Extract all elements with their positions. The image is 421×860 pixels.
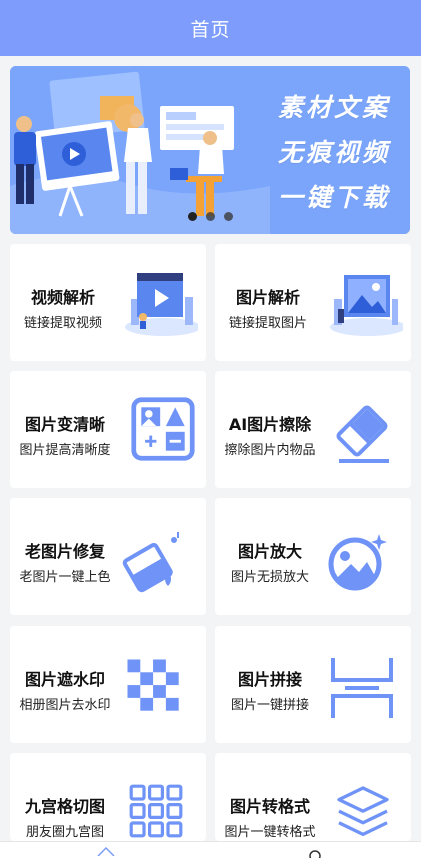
feature-subtitle: 图片无损放大 [230,570,309,585]
grid-nine-icon [129,784,183,838]
feature-subtitle: 图片一键拼接 [230,698,309,713]
feature-title: 图片拼接 [237,670,302,689]
image-enlarge-icon [328,534,387,591]
image-join-icon [331,658,393,718]
bottom-tab-bar [0,841,421,860]
feature-card-nine-grid[interactable]: 九宫格切图 朋友圈九宫图 [10,753,206,841]
banner-pagination [188,212,233,221]
feature-card-watermark-cover[interactable]: 图片遮水印 相册图片去水印 [10,626,206,743]
banner-slogan-line-3: 一键下载 [277,183,390,212]
feature-title: 图片遮水印 [24,670,105,689]
feature-card-old-photo-restore[interactable]: 老图片修复 老图片一键上色 [10,498,206,615]
banner-slogan-line-1: 素材文案 [277,93,390,122]
feature-title: 图片放大 [237,542,302,561]
feature-subtitle: 图片提高清晰度 [19,443,111,458]
feature-subtitle: 擦除图片内物品 [224,443,316,458]
feature-title: 图片变清晰 [24,415,105,434]
home-icon[interactable] [96,846,116,856]
feature-subtitle: 图片一键转格式 [224,825,316,840]
feature-card-ai-erase[interactable]: AI图片擦除 擦除图片内物品 [215,371,411,488]
feature-subtitle: 链接提取图片 [228,316,307,331]
paint-bucket-icon [122,532,179,593]
image-parse-illustration-icon [330,275,403,336]
feature-card-image-sharpen[interactable]: 图片变清晰 图片提高清晰度 [10,371,206,488]
feature-title: 视频解析 [30,288,95,307]
banner-slogan-line-2: 无痕视频 [277,138,390,167]
feature-card-image-join[interactable]: 图片拼接 图片一键拼接 [215,626,411,743]
top-app-bar: 首页 [0,0,421,56]
feature-subtitle: 相册图片去水印 [19,698,111,713]
layers-icon [337,786,389,837]
banner-dot[interactable] [188,212,197,221]
feature-card-format-convert[interactable]: 图片转格式 图片一键转格式 [215,753,411,841]
eraser-icon [336,405,389,463]
page-title: 首页 [190,18,231,41]
banner-dot[interactable] [224,212,233,221]
feature-title: 九宫格切图 [24,797,105,816]
search-icon[interactable] [307,848,323,858]
feature-card-video-parse[interactable]: 视频解析 链接提取视频 [10,244,206,361]
video-parse-illustration-icon [125,273,198,336]
feature-subtitle: 朋友圈九宫图 [25,825,104,840]
feature-card-image-parse[interactable]: 图片解析 链接提取图片 [215,244,411,361]
feature-card-image-enlarge[interactable]: 图片放大 图片无损放大 [215,498,411,615]
mosaic-icon [127,659,179,711]
feature-title: 图片转格式 [229,797,310,816]
feature-subtitle: 链接提取视频 [23,316,102,331]
feature-title: 老图片修复 [24,542,105,561]
feature-title: 图片解析 [235,288,300,307]
feature-subtitle: 老图片一键上色 [19,570,111,585]
banner-dot[interactable] [206,212,215,221]
promo-banner[interactable]: 素材文案 无痕视频 一键下载 [10,66,410,234]
image-sharpen-icon [131,397,195,461]
feature-title: AI图片擦除 [228,415,312,434]
